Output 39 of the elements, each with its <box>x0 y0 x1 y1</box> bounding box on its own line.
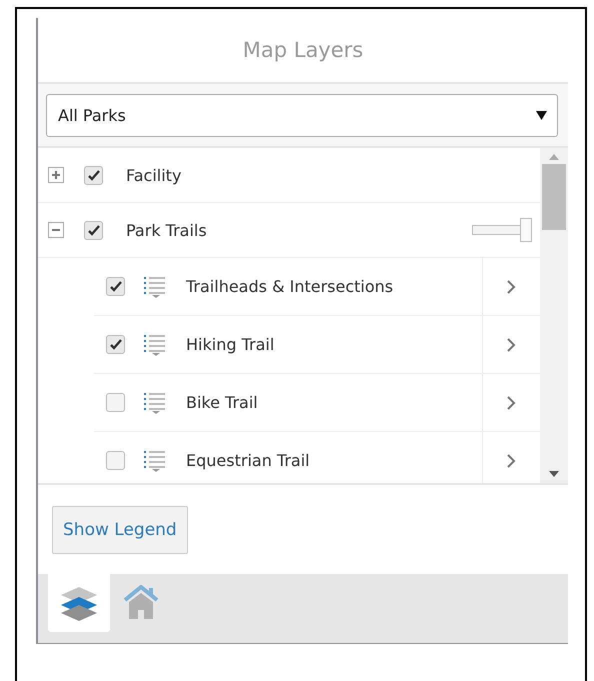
layer-name: Facility <box>126 166 182 184</box>
layers-tab[interactable] <box>48 574 110 632</box>
scrollbar[interactable] <box>540 148 568 483</box>
chevron-icon <box>507 396 516 410</box>
list-icon[interactable] <box>144 274 166 298</box>
chevron-icon <box>507 280 516 294</box>
expand-button[interactable] <box>48 167 64 183</box>
park-dropdown[interactable]: All Parks <box>46 94 558 136</box>
check-icon <box>110 281 122 292</box>
list-icon[interactable] <box>144 390 166 414</box>
dropdown-arrow-icon <box>536 110 547 120</box>
plus-icon <box>51 170 61 180</box>
check-icon <box>88 224 100 236</box>
checkbox[interactable] <box>106 451 125 470</box>
scroll-down-icon[interactable] <box>549 471 559 477</box>
slider-thumb[interactable] <box>520 218 532 242</box>
opacity-slider[interactable] <box>472 218 532 242</box>
sublayer-name: Bike Trail <box>186 393 258 412</box>
checkbox[interactable] <box>106 393 125 412</box>
checkbox[interactable] <box>106 335 125 354</box>
collapse-button[interactable] <box>48 222 64 238</box>
list-icon[interactable] <box>144 332 166 356</box>
scroll-thumb[interactable] <box>542 164 566 230</box>
chevron-icon <box>507 454 516 468</box>
list-icon[interactable] <box>144 448 166 472</box>
chevron-icon <box>507 338 516 352</box>
layers-icon <box>60 585 98 621</box>
checkbox[interactable] <box>84 220 103 240</box>
home-icon <box>123 585 159 619</box>
sublayer-name: Hiking Trail <box>186 335 274 354</box>
layer-name: Park Trails <box>126 220 207 240</box>
panel-title: Map Layers <box>242 38 364 62</box>
check-icon <box>110 339 122 350</box>
checkbox[interactable] <box>106 277 125 296</box>
show-legend-button[interactable]: Show Legend <box>52 506 188 554</box>
checkbox[interactable] <box>84 166 103 184</box>
sublayer-name: Trailheads & Intersections <box>186 277 394 296</box>
sublayer-name: Equestrian Trail <box>186 451 310 470</box>
check-icon <box>88 170 100 180</box>
